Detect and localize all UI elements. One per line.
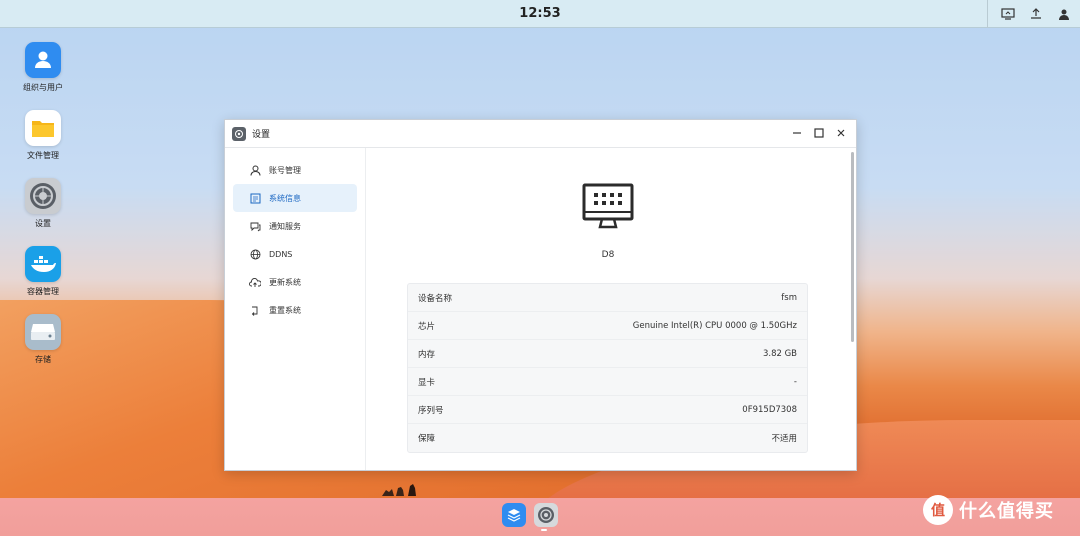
user-icon [25,42,61,78]
info-value: Genuine Intel(R) CPU 0000 @ 1.50GHz [632,320,797,331]
gear-icon [25,178,61,214]
settings-sidebar: 账号管理 系统信息 通知服务 DDNS 更新系统 重置系统 [225,148,366,470]
info-key: 设备名称 [418,293,453,304]
screen-icon[interactable] [996,2,1020,26]
sidebar-item-system-info[interactable]: 系统信息 [233,184,357,212]
reset-icon [249,304,261,316]
user-outline-icon [249,164,261,176]
info-value: 0F915D7308 [742,404,797,415]
settings-dock-icon[interactable] [534,503,558,527]
settings-app-icon [232,126,246,141]
sidebar-item-label: 更新系统 [269,277,301,287]
window-titlebar[interactable]: 设置 [225,120,856,148]
info-value: - [793,376,797,387]
desktop-icon-files[interactable]: 文件管理 [14,110,72,178]
sidebar-item-reset[interactable]: 重置系统 [233,296,357,324]
desktop-icon-settings[interactable]: 设置 [14,178,72,246]
info-row: 内存 3.82 GB [408,340,807,368]
close-icon[interactable] [834,126,848,140]
stack-app-icon[interactable] [502,503,526,527]
settings-window: 设置 账号管理 系统信息 通知服务 DDNS 更新系统 重置系统 D8 设备名称… [224,119,857,471]
globe-icon [249,248,261,260]
info-row: 芯片 Genuine Intel(R) CPU 0000 @ 1.50GHz [408,312,807,340]
info-key: 序列号 [418,405,444,416]
info-row: 设备名称 fsm [408,284,807,312]
info-value: 不适用 [771,434,797,444]
info-row: 序列号 0F915D7308 [408,396,807,424]
chat-icon [249,220,261,232]
desktop-label: 组织与用户 [23,83,63,92]
upload-icon[interactable] [1024,2,1048,26]
desktop-icons: 组织与用户 文件管理 设置 容器管理 存储 [14,42,72,382]
dock [502,503,558,527]
info-row: 保障 不适用 [408,424,807,452]
info-key: 芯片 [418,321,436,332]
device-name: D8 [601,250,615,260]
info-row: 显卡 - [408,368,807,396]
desktop-icon-docker[interactable]: 容器管理 [14,246,72,314]
desktop-label: 文件管理 [27,151,59,160]
active-app-indicator [541,529,547,531]
sidebar-item-update[interactable]: 更新系统 [233,268,357,296]
window-title: 设置 [252,130,271,140]
sidebar-item-label: 重置系统 [269,305,301,315]
sidebar-item-label: 系统信息 [269,193,301,203]
top-bar: 12:53 [0,0,1080,28]
maximize-icon[interactable] [812,126,826,140]
watermark: 值 什么值得买 [923,494,1054,526]
sidebar-item-label: 账号管理 [269,165,301,175]
watermark-badge: 值 [923,495,953,525]
storage-icon [25,314,61,350]
top-bar-icons [987,0,1080,28]
sidebar-item-label: DDNS [269,249,293,259]
desktop-icon-users[interactable]: 组织与用户 [14,42,72,110]
scrollbar[interactable] [851,152,854,342]
sidebar-item-ddns[interactable]: DDNS [233,240,357,268]
desktop-icon-storage[interactable]: 存储 [14,314,72,382]
sidebar-item-account[interactable]: 账号管理 [233,156,357,184]
monitor-icon [582,183,634,229]
system-info-table: 设备名称 fsm 芯片 Genuine Intel(R) CPU 0000 @ … [407,283,808,453]
cloud-sync-icon [249,276,261,288]
info-key: 保障 [418,434,436,444]
minimize-icon[interactable] [790,126,804,140]
info-value: fsm [781,292,797,303]
window-controls [790,126,848,140]
info-box-icon [249,192,261,204]
sidebar-item-notification[interactable]: 通知服务 [233,212,357,240]
desktop-label: 存储 [35,355,51,364]
desktop-label: 容器管理 [27,287,59,296]
settings-content: D8 设备名称 fsm 芯片 Genuine Intel(R) CPU 0000… [366,148,856,470]
info-key: 显卡 [418,377,436,388]
desktop-label: 设置 [35,219,51,228]
folder-icon [25,110,61,146]
user-account-icon[interactable] [1052,2,1076,26]
clock: 12:53 [519,6,561,21]
info-value: 3.82 GB [762,348,797,359]
info-key: 内存 [418,349,436,360]
camel-silhouette [382,484,416,496]
docker-icon [25,246,61,282]
sidebar-item-label: 通知服务 [269,221,301,231]
watermark-text: 什么值得买 [959,501,1054,522]
